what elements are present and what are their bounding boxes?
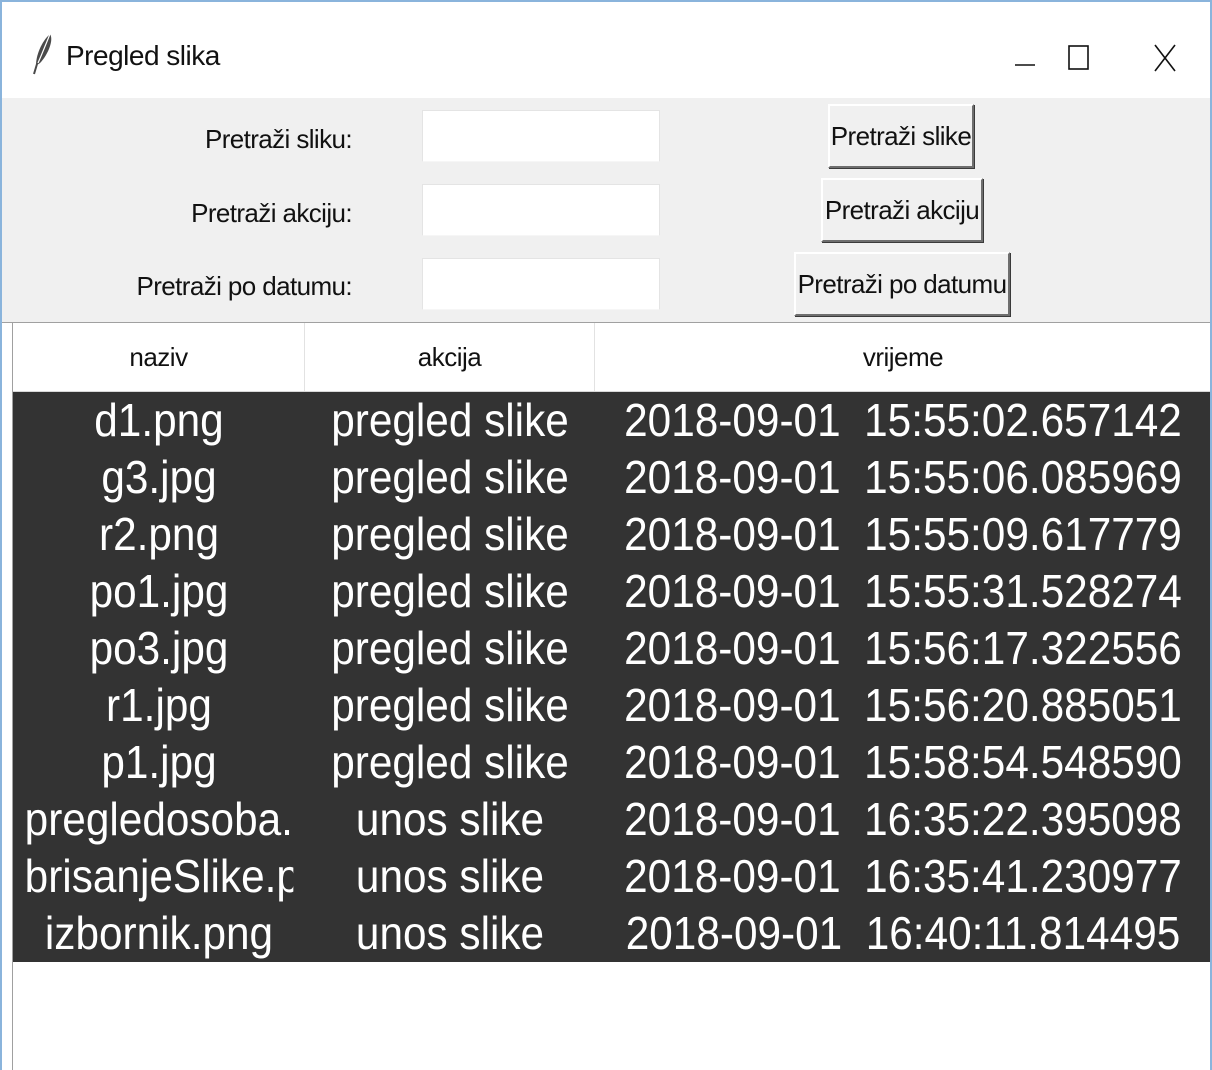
cell-akcija: pregled slike: [331, 565, 569, 617]
cell-akcija: pregled slike: [331, 622, 569, 674]
search-date-label: Pretraži po datumu:: [136, 271, 353, 301]
app-window: Pregled slika Pretraži sliku: Pretraži s…: [0, 0, 1212, 1070]
search-action-label: Pretraži akciju:: [191, 198, 353, 228]
cell-akcija: unos slike: [355, 793, 545, 845]
cell-vrijeme: 2018-09-01 16:35:41.230977: [624, 850, 1182, 902]
results-table[interactable]: naziv akcija vrijeme d1.png pregled slik…: [12, 323, 1210, 1070]
search-images-button[interactable]: Pretraži slike: [828, 104, 974, 168]
search-action-input[interactable]: [422, 184, 660, 236]
cell-akcija: pregled slike: [331, 736, 569, 788]
search-date-input[interactable]: [422, 258, 660, 310]
close-icon[interactable]: [1136, 26, 1196, 86]
table-row[interactable]: izbornik.png unos slike 2018-09-01 16:40…: [13, 905, 1210, 962]
column-header-naziv[interactable]: naziv: [13, 323, 305, 391]
cell-naziv: r2.png: [98, 508, 220, 560]
table-row[interactable]: r1.jpg pregled slike 2018-09-01 15:56:20…: [13, 677, 1210, 734]
cell-naziv: brisanjeSlike.pnc: [24, 850, 294, 902]
cell-naziv: d1.png: [94, 394, 224, 446]
cell-naziv: p1.jpg: [101, 736, 217, 788]
table-row[interactable]: p1.jpg pregled slike 2018-09-01 15:58:54…: [13, 734, 1210, 791]
table-row[interactable]: pregledosoba.pr unos slike 2018-09-01 16…: [13, 791, 1210, 848]
maximize-icon[interactable]: [1048, 26, 1108, 86]
window-title: Pregled slika: [66, 40, 220, 71]
cell-naziv: pregledosoba.pr: [24, 793, 294, 845]
cell-akcija: pregled slike: [331, 508, 569, 560]
search-panel: Pretraži sliku: Pretraži slike Pretraži …: [2, 98, 1210, 323]
column-header-vrijeme[interactable]: vrijeme: [595, 323, 1210, 391]
table-row[interactable]: brisanjeSlike.pnc unos slike 2018-09-01 …: [13, 848, 1210, 905]
cell-vrijeme: 2018-09-01 15:56:17.322556: [624, 622, 1182, 674]
cell-vrijeme: 2018-09-01 15:55:31.528274: [624, 565, 1182, 617]
table-row[interactable]: r2.png pregled slike 2018-09-01 15:55:09…: [13, 506, 1210, 563]
table-row[interactable]: g3.jpg pregled slike 2018-09-01 15:55:06…: [13, 449, 1210, 506]
cell-vrijeme: 2018-09-01 15:55:06.085969: [624, 451, 1182, 503]
feather-icon: [32, 32, 54, 76]
minimize-icon[interactable]: [996, 26, 1056, 86]
cell-akcija: pregled slike: [331, 679, 569, 731]
search-image-label: Pretraži sliku:: [204, 124, 353, 154]
cell-akcija: pregled slike: [331, 451, 569, 503]
cell-naziv: g3.jpg: [101, 451, 217, 503]
cell-vrijeme: 2018-09-01 16:40:11.814495: [625, 907, 1181, 959]
search-image-input[interactable]: [422, 110, 660, 162]
cell-akcija: unos slike: [355, 907, 545, 959]
title-bar[interactable]: Pregled slika: [2, 2, 1210, 98]
table-header: naziv akcija vrijeme: [13, 323, 1210, 392]
cell-naziv: r1.jpg: [106, 679, 212, 731]
column-header-akcija[interactable]: akcija: [305, 323, 595, 391]
cell-akcija: unos slike: [355, 850, 545, 902]
cell-vrijeme: 2018-09-01 15:56:20.885051: [624, 679, 1182, 731]
search-action-button[interactable]: Pretraži akciju: [821, 178, 983, 242]
table-row[interactable]: po3.jpg pregled slike 2018-09-01 15:56:1…: [13, 620, 1210, 677]
cell-naziv: izbornik.png: [44, 907, 274, 959]
table-row[interactable]: po1.jpg pregled slike 2018-09-01 15:55:3…: [13, 563, 1210, 620]
cell-vrijeme: 2018-09-01 15:58:54.548590: [624, 736, 1182, 788]
cell-naziv: po3.jpg: [89, 622, 229, 674]
search-date-button[interactable]: Pretraži po datumu: [794, 252, 1010, 316]
cell-naziv: po1.jpg: [89, 565, 229, 617]
table-body: d1.png pregled slike 2018-09-01 15:55:02…: [13, 392, 1210, 962]
cell-vrijeme: 2018-09-01 15:55:09.617779: [624, 508, 1182, 560]
cell-vrijeme: 2018-09-01 16:35:22.395098: [624, 793, 1182, 845]
cell-vrijeme: 2018-09-01 15:55:02.657142: [624, 394, 1182, 446]
table-row[interactable]: d1.png pregled slike 2018-09-01 15:55:02…: [13, 392, 1210, 449]
cell-akcija: pregled slike: [331, 394, 569, 446]
